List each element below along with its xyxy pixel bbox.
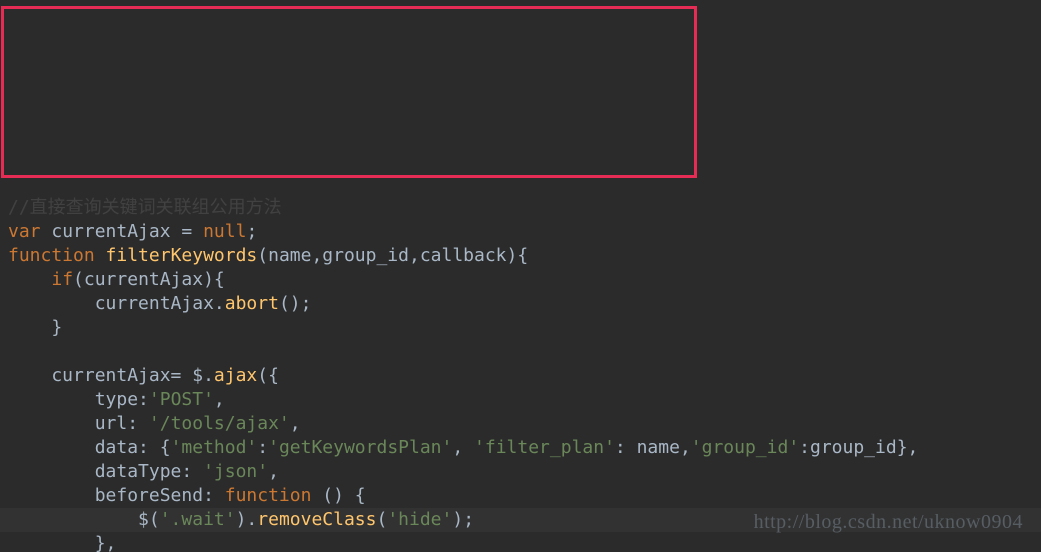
highlight-box — [1, 6, 697, 178]
code-block: //直接查询关键词关联组公用方法 var currentAjax = null;… — [8, 172, 1033, 552]
kw-var: var — [8, 221, 51, 242]
fn-ajax: ajax — [214, 365, 257, 386]
kw-function: function — [8, 245, 106, 266]
fn-filterKeywords: filterKeywords — [106, 245, 258, 266]
fn-removeClass: removeClass — [257, 509, 376, 530]
faded-comment: //直接查询关键词关联组公用方法 — [8, 197, 282, 218]
watermark-text: http://blog.csdn.net/uknow0904 — [754, 510, 1023, 534]
kw-if: if — [51, 269, 73, 290]
code-editor: //直接查询关键词关联组公用方法 var currentAjax = null;… — [0, 0, 1041, 552]
fn-abort: abort — [225, 293, 279, 314]
